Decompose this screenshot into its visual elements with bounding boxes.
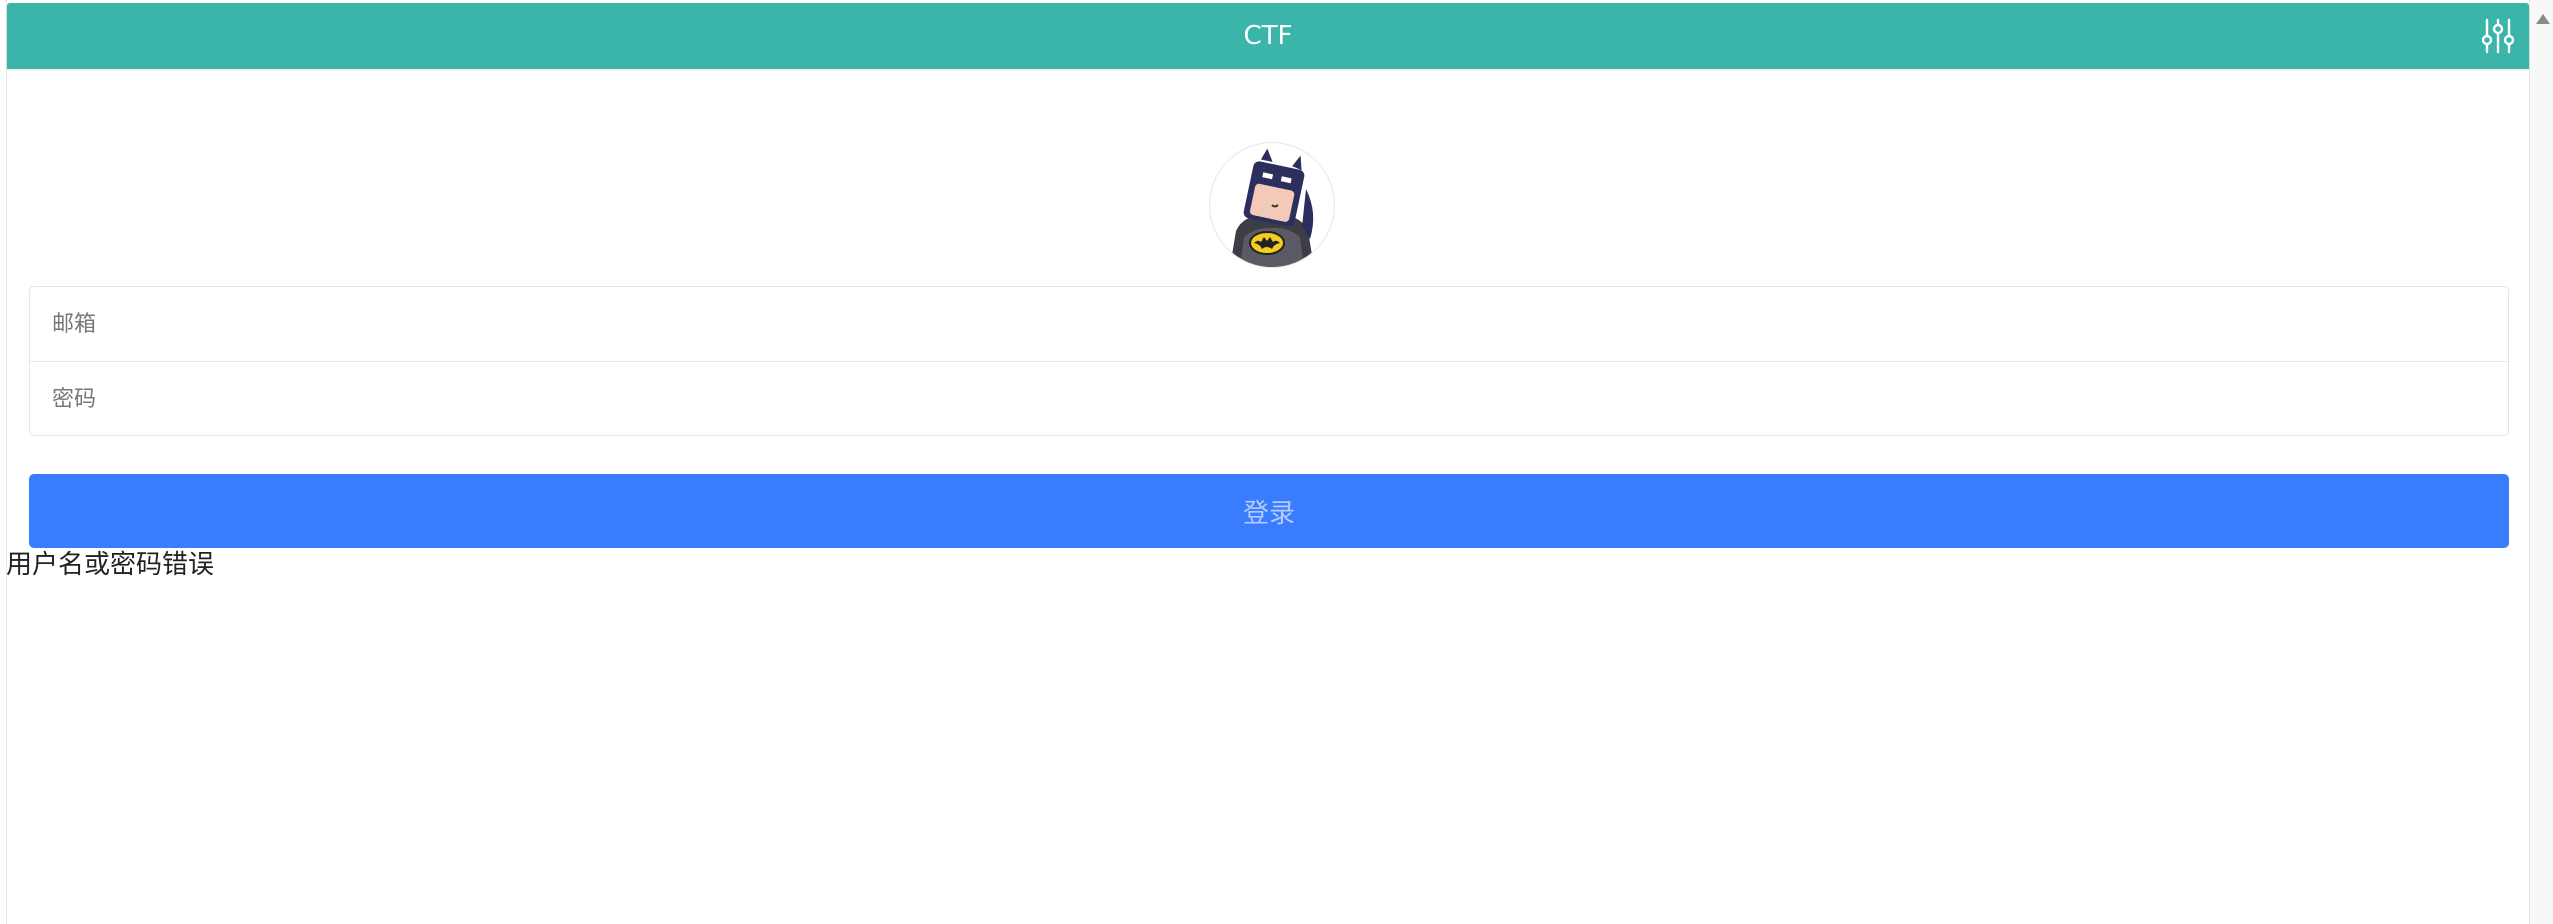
login-button[interactable]: 登录 (29, 474, 2509, 548)
top-navbar: CTF (7, 3, 2529, 69)
error-message: 用户名或密码错误 (6, 550, 215, 580)
sliders-icon[interactable] (2479, 17, 2517, 55)
batman-avatar-icon (1230, 148, 1314, 267)
scroll-up-arrow-icon[interactable] (2536, 14, 2550, 24)
page-frame: CTF 邮箱 登录 (6, 0, 2530, 924)
scrollbar[interactable] (2530, 0, 2553, 924)
avatar (1209, 142, 1335, 268)
login-form (29, 286, 2509, 436)
password-field[interactable] (30, 362, 2508, 436)
email-field[interactable] (30, 287, 2508, 361)
page-title: CTF (1243, 21, 1293, 51)
